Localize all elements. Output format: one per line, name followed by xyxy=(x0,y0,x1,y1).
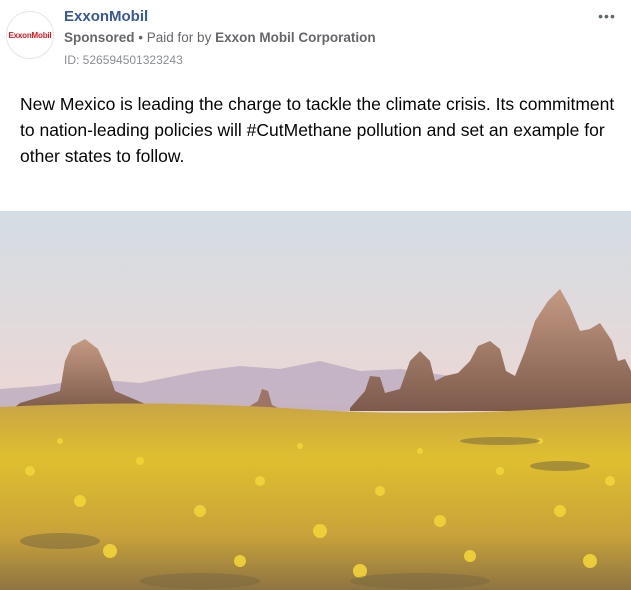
ad-id: ID: 526594501323243 xyxy=(64,53,183,67)
exxonmobil-logo: ExxonMobil xyxy=(8,30,52,40)
paid-for-by: Exxon Mobil Corporation xyxy=(215,30,376,45)
more-options-button[interactable]: ••• xyxy=(595,6,619,26)
advertiser-name[interactable]: ExxonMobil xyxy=(64,8,148,25)
ad-image[interactable] xyxy=(0,211,631,590)
meta-separator: • xyxy=(138,30,144,45)
paid-for-prefix: Paid for by xyxy=(146,30,212,45)
sponsored-line: Sponsored • Paid for by Exxon Mobil Corp… xyxy=(64,30,376,45)
more-horizontal-icon: ••• xyxy=(598,8,616,24)
ad-card: ExxonMobil ExxonMobil Sponsored • Paid f… xyxy=(0,0,631,590)
advertiser-avatar[interactable]: ExxonMobil xyxy=(6,11,54,59)
landscape-image xyxy=(0,211,631,590)
sponsored-label: Sponsored xyxy=(64,30,135,45)
ad-body-text: New Mexico is leading the charge to tack… xyxy=(20,94,615,166)
